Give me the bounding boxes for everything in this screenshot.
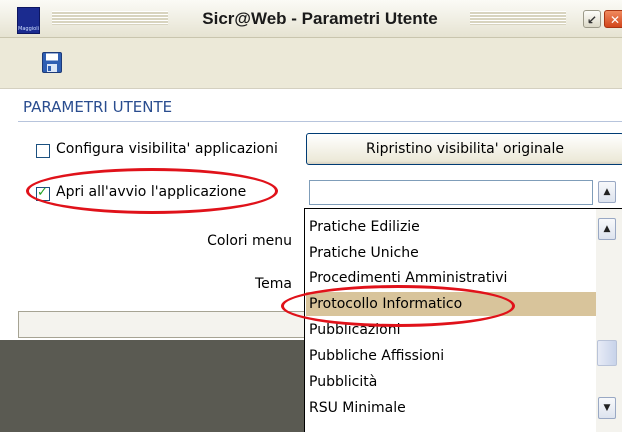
restore-button[interactable]: ↙	[583, 10, 601, 28]
menu-colors-label: Colori menu	[207, 233, 292, 249]
bottom-field[interactable]	[18, 311, 308, 338]
title-stripes-right	[470, 11, 566, 25]
toolbar	[0, 38, 622, 89]
scroll-up-button[interactable]: ▲	[598, 218, 616, 240]
app-logo-icon: Maggioli	[17, 7, 40, 34]
background-area	[0, 340, 306, 432]
scroll-down-button[interactable]: ▼	[598, 397, 616, 419]
scroll-thumb[interactable]	[597, 340, 617, 366]
title-stripes-left	[52, 11, 168, 25]
window-title: Sicr@Web - Parametri Utente	[202, 9, 438, 28]
startup-app-input[interactable]	[309, 180, 593, 205]
list-item-pratiche-edilizie[interactable]: Pratiche Edilizie	[309, 215, 599, 239]
highlight-startup-option	[26, 168, 278, 214]
visibility-checkbox[interactable]	[36, 144, 50, 158]
list-item-pratiche-uniche[interactable]: Pratiche Uniche	[309, 241, 599, 265]
save-icon[interactable]	[42, 52, 62, 73]
restore-visibility-button[interactable]: Ripristino visibilita' originale	[306, 133, 622, 165]
section-title: PARAMETRI UTENTE	[23, 98, 173, 116]
startup-dropdown-button[interactable]: ▲	[598, 181, 616, 203]
list-item-rsu-minimale[interactable]: RSU Minimale	[309, 396, 599, 420]
list-item-pubblicita[interactable]: Pubblicità	[309, 370, 599, 394]
list-item-pubbliche-affissioni[interactable]: Pubbliche Affissioni	[309, 344, 599, 368]
section-divider	[18, 121, 622, 122]
theme-label: Tema	[254, 276, 292, 292]
app-window: Maggioli Sicr@Web - Parametri Utente ↙ ✕…	[0, 0, 622, 432]
close-button[interactable]: ✕	[604, 10, 622, 28]
logo-text: Maggioli	[18, 26, 39, 32]
visibility-label: Configura visibilita' applicazioni	[56, 141, 278, 157]
title-bar: Maggioli Sicr@Web - Parametri Utente ↙ ✕	[0, 0, 622, 38]
highlight-selected-item	[281, 285, 515, 327]
